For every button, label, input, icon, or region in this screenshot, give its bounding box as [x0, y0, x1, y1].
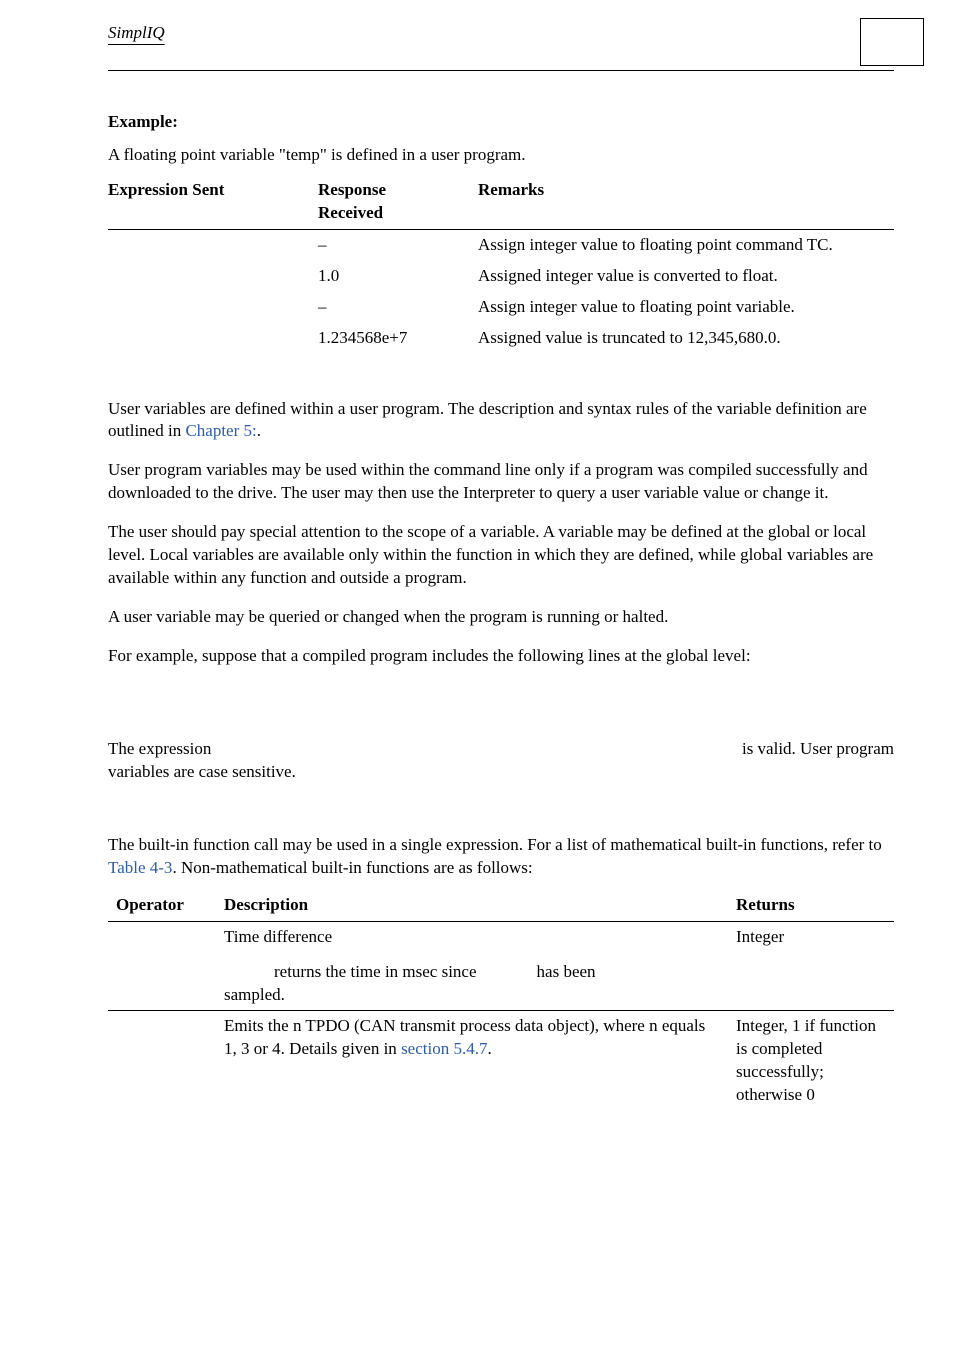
cell-expr: [108, 323, 318, 354]
cell-op: [108, 921, 216, 1011]
cell-expr: [108, 292, 318, 323]
example-table: Expression Sent Response Received Remark…: [108, 175, 894, 354]
link-table-4-3[interactable]: Table 4-3: [108, 858, 172, 877]
paragraph-scope: The user should pay special attention to…: [108, 521, 894, 590]
paragraph-builtin: The built-in function call may be used i…: [108, 834, 894, 880]
cell-expr: [108, 261, 318, 292]
builtin-a: The built-in function call may be used i…: [108, 835, 882, 854]
cell-remarks: Assign integer value to floating point c…: [478, 229, 894, 260]
cell-resp: 1.234568e+7: [318, 323, 478, 354]
paragraph-example-lead: For example, suppose that a compiled pro…: [108, 645, 894, 668]
cell-remarks: Assigned integer value is converted to f…: [478, 261, 894, 292]
expr-valid-a: The expression: [108, 738, 211, 761]
resp-col-line2: Received: [318, 202, 468, 225]
table-row: Emits the n TPDO (CAN transmit process d…: [108, 1011, 894, 1111]
cell-resp: –: [318, 229, 478, 260]
header-placeholder-box: [860, 18, 924, 66]
ops-col-operator: Operator: [108, 890, 216, 921]
desc-sub-c: sampled.: [224, 984, 720, 1007]
desc-main: Time difference: [224, 926, 720, 949]
cell-remarks: Assigned value is truncated to 12,345,68…: [478, 323, 894, 354]
table-row: Time difference returns the time in msec…: [108, 921, 894, 1011]
paragraph-expr-valid: The expression is valid. User program: [108, 738, 894, 761]
desc-sub-b: has been: [537, 962, 596, 981]
cell-expr: [108, 229, 318, 260]
p1-text-b: .: [257, 421, 261, 440]
desc-sub: returns the time in msec since has been: [224, 961, 720, 984]
cell-desc: Emits the n TPDO (CAN transmit process d…: [216, 1011, 728, 1111]
cell-ret: Integer, 1 if function is completed succ…: [728, 1011, 894, 1111]
example-col-remarks: Remarks: [478, 175, 894, 229]
table-row: 1.234568e+7 Assigned value is truncated …: [108, 323, 894, 354]
builtin-b: . Non-mathematical built-in functions ar…: [172, 858, 532, 877]
example-intro: A floating point variable "temp" is defi…: [108, 144, 894, 167]
cell-desc: Time difference returns the time in msec…: [216, 921, 728, 1011]
resp-col-line1: Response: [318, 179, 468, 202]
paragraph-cmdline: User program variables may be used withi…: [108, 459, 894, 505]
paragraph-user-vars: User variables are defined within a user…: [108, 398, 894, 444]
example-col-expr: Expression Sent: [108, 175, 318, 229]
table-row: 1.0 Assigned integer value is converted …: [108, 261, 894, 292]
link-section-5-4-7[interactable]: section 5.4.7: [401, 1039, 487, 1058]
page-header-brand: SimplIQ: [108, 22, 165, 45]
example-col-resp: Response Received: [318, 175, 478, 229]
desc-b: .: [487, 1039, 491, 1058]
header-rule: [108, 70, 894, 71]
link-chapter-5[interactable]: Chapter 5:: [185, 421, 256, 440]
paragraph-query: A user variable may be queried or change…: [108, 606, 894, 629]
cell-resp: 1.0: [318, 261, 478, 292]
desc-sub-a: returns the time in msec since: [274, 962, 477, 981]
example-heading: Example:: [108, 111, 894, 134]
expr-valid-b: is valid. User program: [742, 738, 894, 761]
ops-col-description: Description: [216, 890, 728, 921]
ops-col-returns: Returns: [728, 890, 894, 921]
expr-valid-c: variables are case sensitive.: [108, 761, 894, 784]
cell-resp: –: [318, 292, 478, 323]
cell-ret: Integer: [728, 921, 894, 1011]
cell-op: [108, 1011, 216, 1111]
table-row: – Assign integer value to floating point…: [108, 229, 894, 260]
table-row: – Assign integer value to floating point…: [108, 292, 894, 323]
cell-remarks: Assign integer value to floating point v…: [478, 292, 894, 323]
operators-table: Operator Description Returns Time differ…: [108, 890, 894, 1112]
